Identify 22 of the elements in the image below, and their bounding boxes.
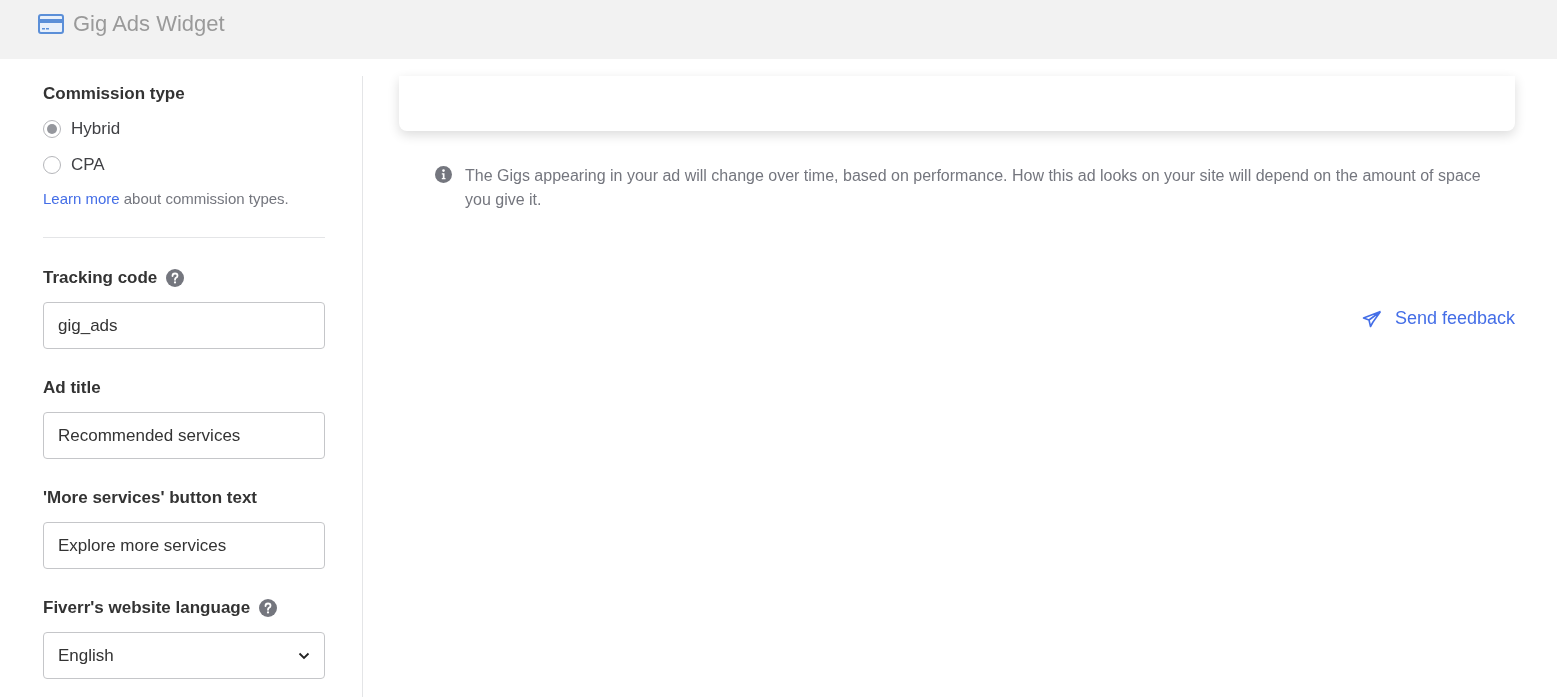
help-icon[interactable] bbox=[166, 269, 185, 287]
field-label: Ad title bbox=[43, 378, 101, 398]
text-input-field[interactable]: Explore more services bbox=[43, 522, 325, 569]
field-label: Tracking code bbox=[43, 268, 158, 288]
radio-option[interactable]: CPA bbox=[43, 154, 325, 176]
paper-plane-icon bbox=[1361, 309, 1382, 328]
info-icon bbox=[435, 166, 452, 183]
radio-option[interactable]: Hybrid bbox=[43, 118, 325, 140]
learn-more-text: about commission types. bbox=[123, 190, 289, 207]
info-text: The Gigs appearing in your ad will change over time, based on performance. How this ad looks on your site will depend on the amount of space you give it. bbox=[465, 166, 1482, 210]
app-title: Gig Ads Widget bbox=[73, 10, 225, 37]
language-dropdown[interactable]: English bbox=[43, 632, 325, 679]
help-icon[interactable] bbox=[259, 599, 278, 617]
send-feedback-link[interactable]: Send feedback bbox=[1361, 308, 1515, 329]
field-label: Fiverr's website language bbox=[43, 598, 251, 618]
credit-card-icon bbox=[38, 13, 64, 34]
chevron-down-icon bbox=[298, 651, 310, 660]
text-input-field[interactable]: gig_ads bbox=[43, 302, 325, 349]
text-input-field[interactable]: Recommended services bbox=[43, 412, 325, 459]
field-label: 'More services' button text bbox=[43, 488, 258, 508]
learn-more-link[interactable]: Learn more bbox=[43, 190, 120, 207]
commission-type-label: Commission type bbox=[43, 84, 186, 104]
